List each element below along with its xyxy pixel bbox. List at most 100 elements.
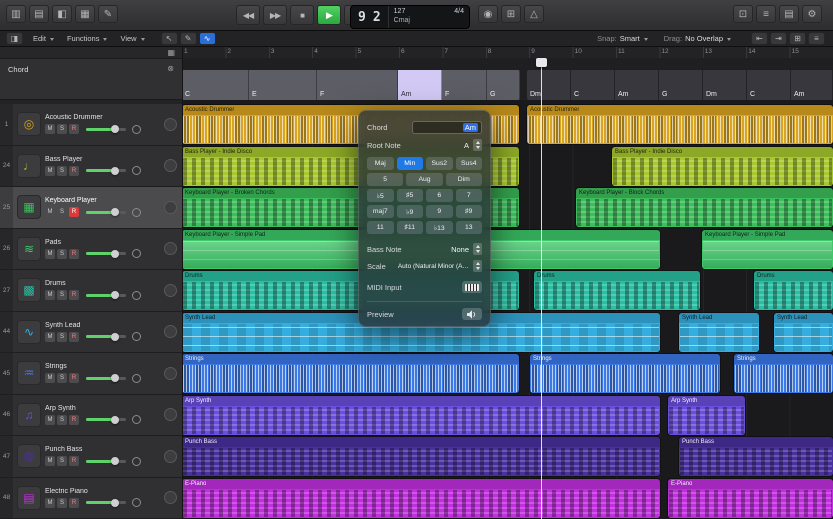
chord-track-header[interactable]: Chord ⊗ xyxy=(0,59,182,100)
notes-icon[interactable]: ▤ xyxy=(779,5,799,23)
region[interactable]: Keyboard Player - Simple Pad xyxy=(702,230,833,269)
volume-slider[interactable] xyxy=(86,169,126,172)
chord-cell-Am[interactable]: Am xyxy=(398,70,442,100)
solo-button[interactable]: S xyxy=(57,207,67,217)
panel-toggle-icon[interactable]: ◨ xyxy=(6,32,23,45)
extension-5-button[interactable]: 5 xyxy=(367,173,403,186)
align-right-icon[interactable]: ⇥ xyxy=(770,32,787,45)
volume-slider[interactable] xyxy=(86,501,126,504)
region[interactable]: Keyboard Player - Block Chords xyxy=(576,188,833,227)
pan-knob[interactable] xyxy=(132,415,141,424)
mute-button[interactable]: M xyxy=(45,456,55,466)
pan-knob[interactable] xyxy=(132,457,141,466)
track-header-46[interactable]: 46♫Arp SynthMSR xyxy=(0,395,182,437)
toolbar-toggle-icon[interactable]: ▥ xyxy=(6,5,26,23)
volume-slider[interactable] xyxy=(86,252,126,255)
extension-Aug-button[interactable]: Aug xyxy=(406,173,442,186)
track-header-48[interactable]: 48▤Electric PianoMSR xyxy=(0,478,182,519)
menu-edit[interactable]: Edit xyxy=(33,34,54,43)
chord-cell-G[interactable]: G xyxy=(487,70,520,100)
region[interactable]: Bass Player - Indie Disco xyxy=(612,147,833,186)
output-knob[interactable] xyxy=(164,118,177,131)
display-zoom-icon[interactable]: ⊞ xyxy=(501,5,521,23)
playhead-handle[interactable] xyxy=(536,58,547,67)
chord-cell-C[interactable]: C xyxy=(571,70,615,100)
chord-track-close-icon[interactable]: ⊗ xyxy=(167,65,174,73)
solo-button[interactable]: S xyxy=(57,456,67,466)
volume-knob[interactable] xyxy=(111,167,119,175)
chord-cell-C[interactable]: C xyxy=(182,70,249,100)
bass-note-stepper[interactable]: None xyxy=(451,243,482,255)
screen-share-icon[interactable]: ⊡ xyxy=(733,5,753,23)
stepper-icon[interactable] xyxy=(473,243,482,255)
list-icon[interactable]: ≡ xyxy=(808,32,825,45)
settings-icon[interactable]: ⚙ xyxy=(802,5,822,23)
mute-button[interactable]: M xyxy=(45,332,55,342)
record-enable-button[interactable]: R xyxy=(69,207,79,217)
output-knob[interactable] xyxy=(164,201,177,214)
scale-stepper[interactable]: Auto (Natural Minor (A… xyxy=(398,260,482,272)
output-knob[interactable] xyxy=(164,408,177,421)
track-header-44[interactable]: 44∿Synth LeadMSR xyxy=(0,312,182,354)
region[interactable]: Arp Synth xyxy=(182,396,660,435)
play-icon[interactable]: ▶ xyxy=(317,5,341,25)
record-enable-button[interactable]: R xyxy=(69,415,79,425)
stepper-icon[interactable] xyxy=(473,139,482,151)
count-in-icon[interactable]: △ xyxy=(524,5,544,23)
pan-knob[interactable] xyxy=(132,125,141,134)
output-knob[interactable] xyxy=(164,450,177,463)
chord-region[interactable]: DmCAmGDmCAm xyxy=(527,70,833,100)
pan-knob[interactable] xyxy=(132,291,141,300)
record-enable-button[interactable]: R xyxy=(69,249,79,259)
solo-button[interactable]: S xyxy=(57,166,67,176)
track-header-25[interactable]: 25▦Keyboard PlayerMSR xyxy=(0,187,182,229)
region[interactable]: Arp Synth xyxy=(668,396,745,435)
track-header-24[interactable]: 24♩Bass PlayerMSR xyxy=(0,146,182,188)
record-enable-button[interactable]: R xyxy=(69,166,79,176)
chord-cell-Am[interactable]: Am xyxy=(791,70,833,100)
stop-icon[interactable]: ■ xyxy=(290,5,314,25)
track-sort-icon[interactable]: ▦ xyxy=(167,49,175,57)
snap-menu[interactable]: Snap: Smart xyxy=(597,34,648,43)
pan-knob[interactable] xyxy=(132,249,141,258)
extension-♯5-button[interactable]: ♯5 xyxy=(397,189,424,202)
chord-name-input[interactable]: Am xyxy=(412,121,482,134)
extension-♭5-button[interactable]: ♭5 xyxy=(367,189,394,202)
extension-9-button[interactable]: 9 xyxy=(426,205,453,218)
pan-knob[interactable] xyxy=(132,374,141,383)
region[interactable]: E-Piano xyxy=(182,479,660,518)
record-enable-button[interactable]: R xyxy=(69,498,79,508)
extension-11-button[interactable]: 11 xyxy=(367,221,394,234)
region[interactable]: Punch Bass xyxy=(182,437,660,476)
chord-cell-E[interactable]: E xyxy=(249,70,317,100)
region[interactable]: E-Piano xyxy=(668,479,833,518)
mute-button[interactable]: M xyxy=(45,373,55,383)
track-header-45[interactable]: 45♒StringsMSR xyxy=(0,353,182,395)
chord-region[interactable]: CEFAmFG xyxy=(182,70,520,100)
region[interactable]: Drums xyxy=(754,271,833,310)
extension-maj7-button[interactable]: maj7 xyxy=(367,205,394,218)
volume-slider[interactable] xyxy=(86,128,126,131)
list-editor-icon[interactable]: ≡ xyxy=(756,5,776,23)
output-knob[interactable] xyxy=(164,367,177,380)
mute-button[interactable]: M xyxy=(45,498,55,508)
volume-knob[interactable] xyxy=(111,333,119,341)
quality-sus4-button[interactable]: Sus4 xyxy=(456,157,483,170)
extension-Dim-button[interactable]: Dim xyxy=(446,173,482,186)
library-icon[interactable]: ▤ xyxy=(29,5,49,23)
root-note-stepper[interactable]: A xyxy=(464,139,482,151)
mute-button[interactable]: M xyxy=(45,207,55,217)
solo-button[interactable]: S xyxy=(57,415,67,425)
chord-cell-Dm[interactable]: Dm xyxy=(527,70,571,100)
track-header-26[interactable]: 26≋PadsMSR xyxy=(0,229,182,271)
chord-cell-F[interactable]: F xyxy=(442,70,487,100)
volume-slider[interactable] xyxy=(86,460,126,463)
volume-knob[interactable] xyxy=(111,291,119,299)
grid-icon[interactable]: ⊞ xyxy=(789,32,806,45)
output-knob[interactable] xyxy=(164,325,177,338)
extension-7-button[interactable]: 7 xyxy=(456,189,483,202)
region[interactable]: Strings xyxy=(182,354,519,393)
midi-capture-icon[interactable]: ∿ xyxy=(199,32,216,45)
region[interactable]: Drums xyxy=(534,271,700,310)
region[interactable]: Synth Lead xyxy=(774,313,833,352)
